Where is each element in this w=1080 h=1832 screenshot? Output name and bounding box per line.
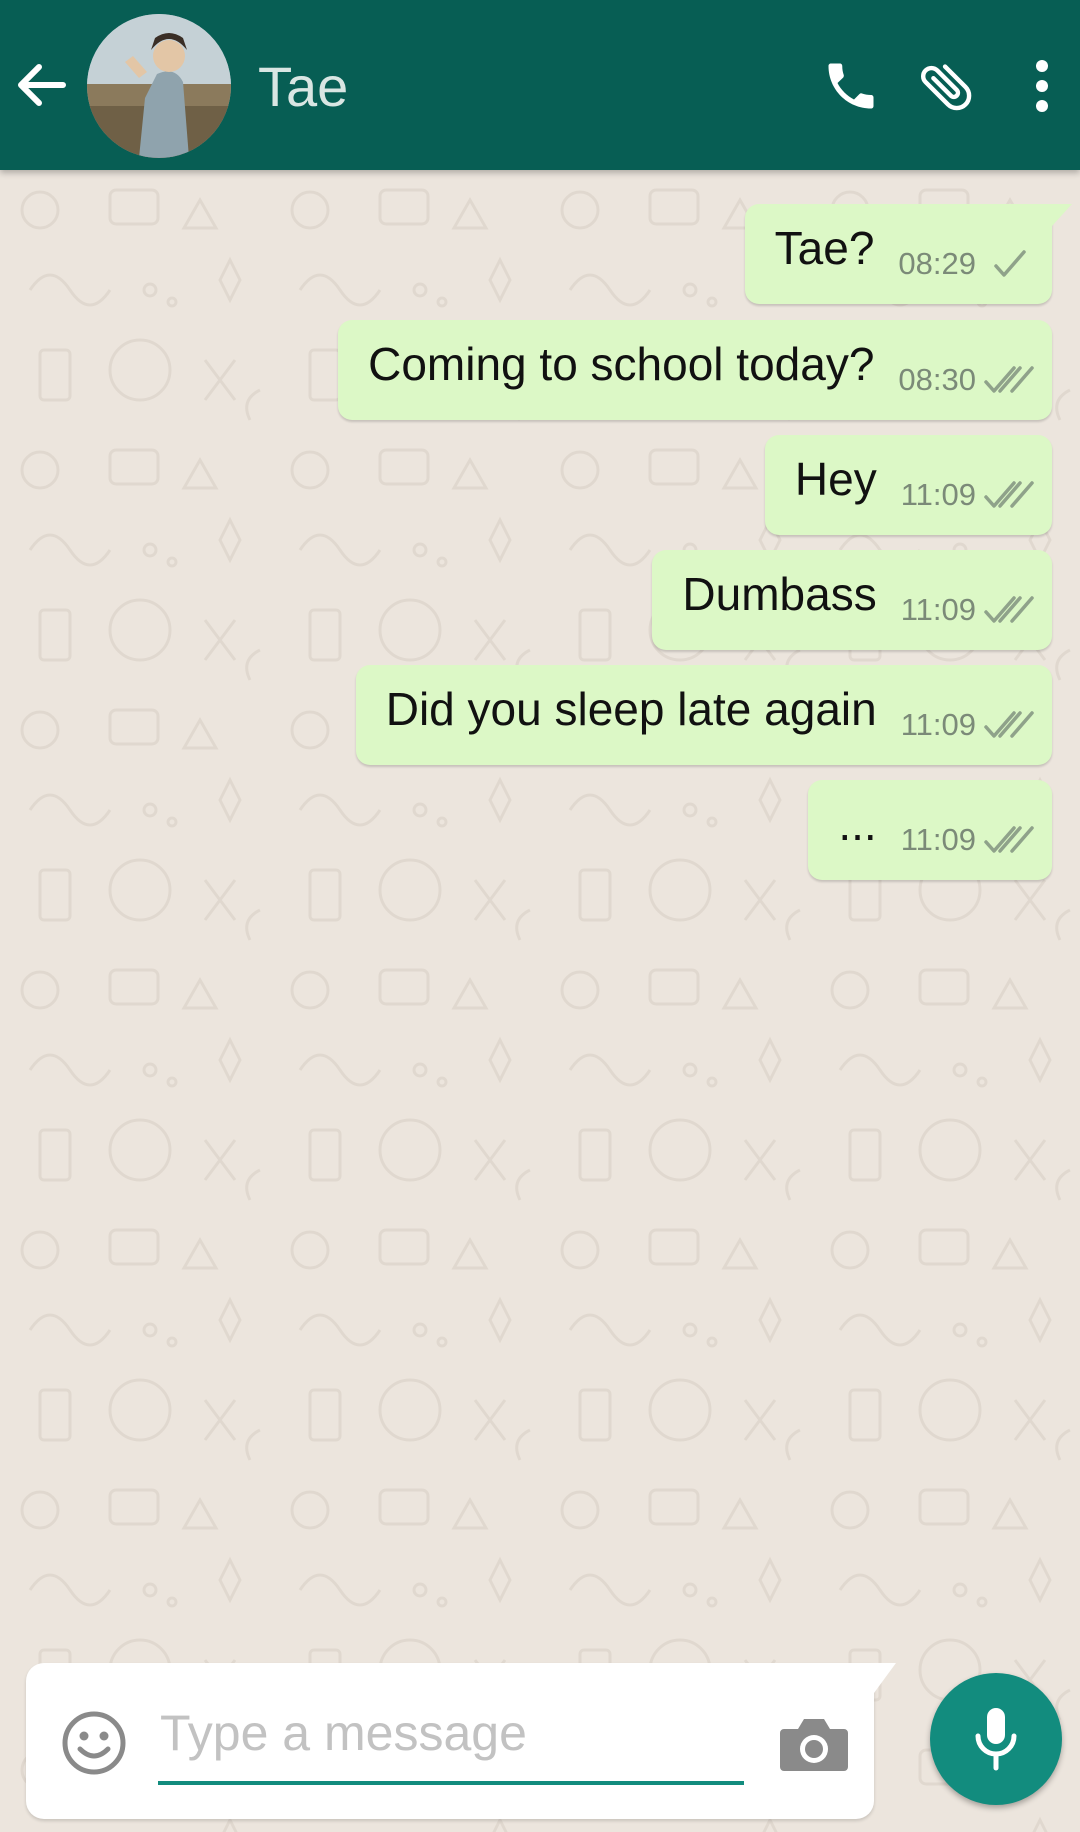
emoji-button[interactable] <box>60 1709 128 1777</box>
message-meta: 11:09 <box>901 477 1034 513</box>
more-options-button[interactable] <box>1004 48 1080 124</box>
message-meta: 11:09 <box>901 592 1034 628</box>
message-time: 08:30 <box>898 362 976 397</box>
arrow-left-icon <box>18 64 66 106</box>
message-text: Dumbass <box>682 568 877 620</box>
message-text: Tae? <box>774 222 875 274</box>
double-tick-icon <box>984 481 1034 508</box>
message-text: Coming to school today? <box>368 338 875 390</box>
message-meta: 11:09 <box>901 822 1034 858</box>
message-bubble[interactable]: Coming to school today? 08:30 <box>338 320 1052 420</box>
message-bubble[interactable]: Hey 11:09 <box>764 435 1052 535</box>
double-tick-icon <box>984 826 1034 853</box>
double-tick-icon <box>984 711 1034 738</box>
chat-screen: Tae Tae? 08:29 Coming to school today? 0… <box>0 0 1080 1832</box>
message-time: 11:09 <box>900 477 976 512</box>
camera-icon <box>780 1719 848 1771</box>
contact-avatar[interactable] <box>87 14 231 158</box>
microphone-icon <box>975 1708 1017 1771</box>
contact-name[interactable]: Tae <box>258 52 348 122</box>
message-input[interactable] <box>158 1703 748 1763</box>
message-meta: 08:30 <box>898 362 1034 398</box>
smiley-icon <box>62 1711 126 1775</box>
phone-icon <box>828 63 874 109</box>
back-button[interactable] <box>10 55 70 115</box>
input-underline <box>158 1781 744 1785</box>
message-bubble[interactable]: Did you sleep late again 11:09 <box>355 665 1052 765</box>
message-bubble[interactable]: Dumbass 11:09 <box>652 550 1052 650</box>
message-meta: 11:09 <box>901 707 1034 743</box>
message-bubble[interactable]: ... 11:09 <box>808 780 1052 880</box>
avatar-photo <box>87 14 231 158</box>
voice-record-button[interactable] <box>930 1673 1062 1805</box>
more-vertical-icon <box>1036 60 1048 112</box>
double-tick-icon <box>984 596 1034 623</box>
message-time: 08:29 <box>898 246 976 281</box>
message-time: 11:09 <box>900 592 976 627</box>
single-tick-icon <box>994 250 1026 277</box>
paperclip-icon <box>921 64 972 111</box>
message-meta: 08:29 <box>898 246 1034 282</box>
message-text: Hey <box>794 453 877 505</box>
camera-button[interactable] <box>778 1715 850 1775</box>
message-time: 11:09 <box>900 707 976 742</box>
message-text: Did you sleep late again <box>385 683 877 735</box>
voice-call-button[interactable] <box>813 48 889 124</box>
attach-button[interactable] <box>909 48 985 124</box>
message-composer <box>26 1663 896 1819</box>
chat-header: Tae <box>0 0 1080 170</box>
double-tick-icon <box>984 366 1034 393</box>
message-text: ... <box>838 798 877 850</box>
message-bubble[interactable]: Tae? 08:29 <box>744 204 1073 304</box>
message-time: 11:09 <box>900 822 976 857</box>
